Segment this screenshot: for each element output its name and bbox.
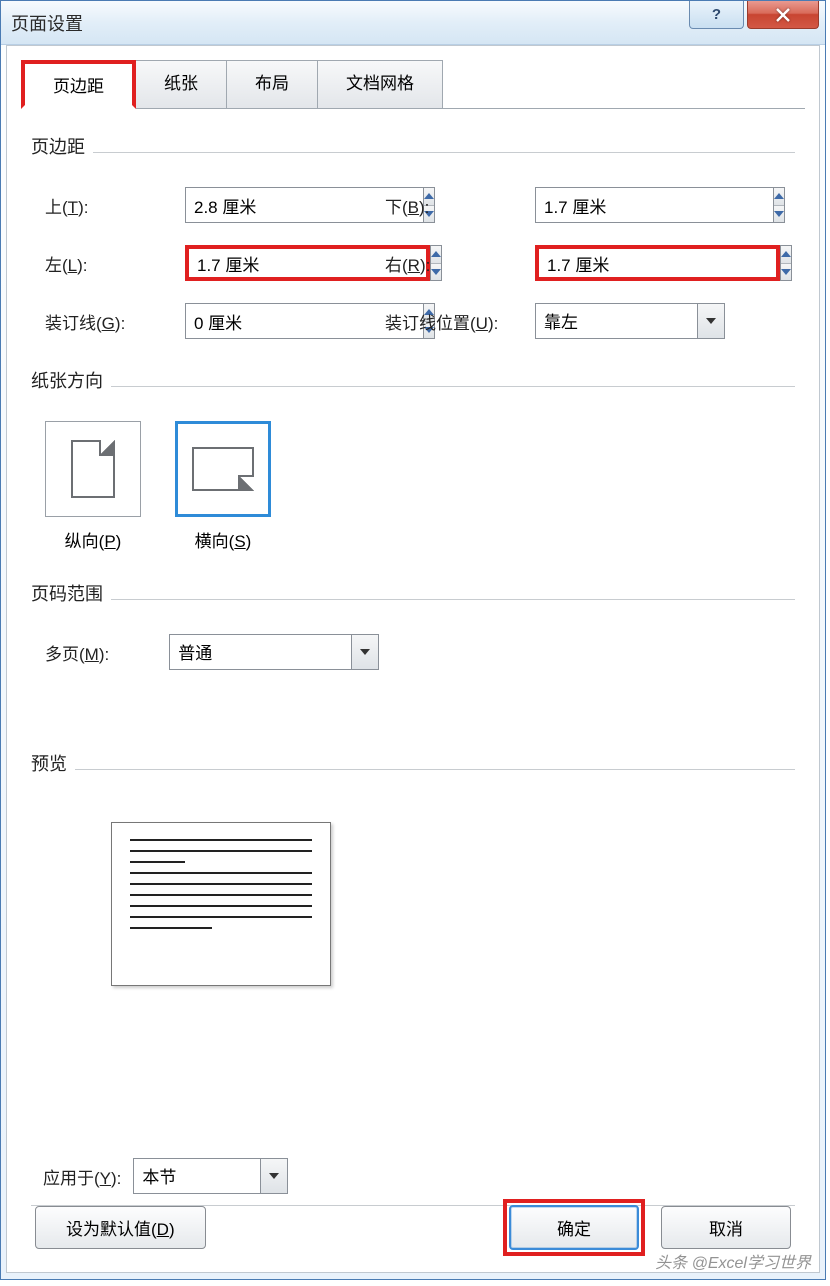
tab-margins-label: 页边距: [53, 77, 104, 96]
bottom-margin-input[interactable]: [535, 187, 773, 223]
portrait-label: 纵向(P): [65, 527, 122, 552]
window-controls: ?: [689, 1, 825, 31]
portrait-option[interactable]: [45, 421, 141, 517]
spin-down[interactable]: [781, 264, 791, 281]
titlebar: 页面设置 ?: [1, 1, 825, 45]
orientation-landscape: 横向(S): [175, 421, 271, 552]
tab-layout[interactable]: 布局: [226, 60, 318, 109]
preview-line: [130, 905, 312, 907]
dropdown-button[interactable]: [697, 303, 725, 339]
landscape-icon: [192, 447, 254, 491]
preview-line: [130, 894, 312, 896]
right-margin-spin-buttons: [780, 245, 792, 281]
bottom-margin-spin-buttons: [773, 187, 785, 223]
ok-highlight: 确定: [503, 1199, 645, 1256]
preview-line: [130, 927, 212, 929]
left-margin-label: 左(L):: [45, 251, 185, 276]
preview-thumbnail: [111, 822, 331, 986]
gutter-label: 装订线(G):: [45, 309, 185, 334]
divider: [111, 386, 795, 387]
preview-line: [130, 861, 185, 863]
top-margin-spinner[interactable]: [185, 187, 375, 223]
gutter-pos-value: 靠左: [535, 303, 697, 339]
orientation-options: 纵向(P) 横向(S): [31, 421, 795, 552]
apply-to-label: 应用于(Y):: [43, 1164, 121, 1189]
apply-to-value: 本节: [133, 1158, 260, 1194]
gutter-pos-combo[interactable]: 靠左: [535, 303, 725, 339]
right-margin-label: 右(R):: [385, 251, 535, 276]
right-margin-input[interactable]: [539, 249, 776, 277]
orientation-group-label: 纸张方向: [31, 367, 103, 393]
chevron-down-icon: [706, 318, 716, 324]
preview-group-header: 预览: [31, 750, 795, 788]
chevron-down-icon: [360, 649, 370, 655]
multipage-combo[interactable]: 普通: [169, 634, 379, 670]
spin-down[interactable]: [774, 206, 784, 223]
top-margin-label: 上(T):: [45, 193, 185, 218]
multipage-row: 多页(M): 普通: [31, 634, 795, 670]
tab-grid-label: 文档网格: [346, 74, 414, 93]
portrait-icon: [71, 440, 115, 498]
close-icon: [775, 8, 791, 22]
window-title: 页面设置: [11, 10, 83, 36]
divider: [93, 152, 795, 153]
tab-panel-margins: 页边距 上(T): 下(B):: [21, 108, 805, 1264]
margins-group-header: 页边距: [31, 133, 795, 171]
bottom-margin-label: 下(B):: [385, 193, 535, 218]
margins-grid: 上(T): 下(B): 左(L):: [31, 187, 795, 339]
dialog-content: 页边距 纸张 布局 文档网格 页边距 上(T): 下(B):: [6, 45, 820, 1273]
preview-line: [130, 916, 312, 918]
chevron-down-icon: [269, 1173, 279, 1179]
help-button[interactable]: ?: [689, 1, 744, 29]
spin-up[interactable]: [781, 246, 791, 264]
page-setup-dialog: 页面设置 ? 页边距 纸张 布局 文档网格 页边距 上(T):: [0, 0, 826, 1280]
divider: [75, 769, 795, 770]
preview-line: [130, 883, 312, 885]
orientation-portrait: 纵向(P): [45, 421, 141, 552]
set-default-button[interactable]: 设为默认值(D): [35, 1206, 206, 1249]
margins-group-label: 页边距: [31, 133, 85, 159]
bottom-margin-spinner[interactable]: [535, 187, 725, 223]
tab-grid[interactable]: 文档网格: [317, 60, 443, 109]
preview-line: [130, 839, 312, 841]
preview-line: [130, 872, 312, 874]
apply-to-combo[interactable]: 本节: [133, 1158, 288, 1194]
spin-up[interactable]: [774, 188, 784, 206]
multipage-value: 普通: [169, 634, 351, 670]
landscape-option[interactable]: [175, 421, 271, 517]
divider: [111, 599, 795, 600]
tab-layout-label: 布局: [255, 74, 289, 93]
tab-strip: 页边距 纸张 布局 文档网格: [21, 60, 805, 109]
cancel-button[interactable]: 取消: [661, 1206, 791, 1249]
tab-paper[interactable]: 纸张: [135, 60, 227, 109]
orientation-group-header: 纸张方向: [31, 367, 795, 405]
ok-button[interactable]: 确定: [509, 1205, 639, 1250]
preview-group-label: 预览: [31, 750, 67, 776]
dialog-buttons: 设为默认值(D) 确定 取消: [35, 1199, 791, 1256]
multipage-label: 多页(M):: [45, 640, 109, 665]
gutter-spinner[interactable]: [185, 303, 375, 339]
dropdown-button[interactable]: [260, 1158, 288, 1194]
pages-group-header: 页码范围: [31, 580, 795, 618]
help-icon: ?: [712, 6, 721, 23]
landscape-label: 横向(S): [195, 527, 252, 552]
preview-line: [130, 850, 312, 852]
close-button[interactable]: [747, 1, 819, 29]
tab-paper-label: 纸张: [164, 74, 198, 93]
dropdown-button[interactable]: [351, 634, 379, 670]
tab-margins[interactable]: 页边距: [21, 60, 136, 109]
pages-group-label: 页码范围: [31, 580, 103, 606]
gutter-pos-label: 装订线位置(U):: [385, 309, 535, 334]
apply-to-row: 应用于(Y): 本节: [43, 1158, 288, 1194]
